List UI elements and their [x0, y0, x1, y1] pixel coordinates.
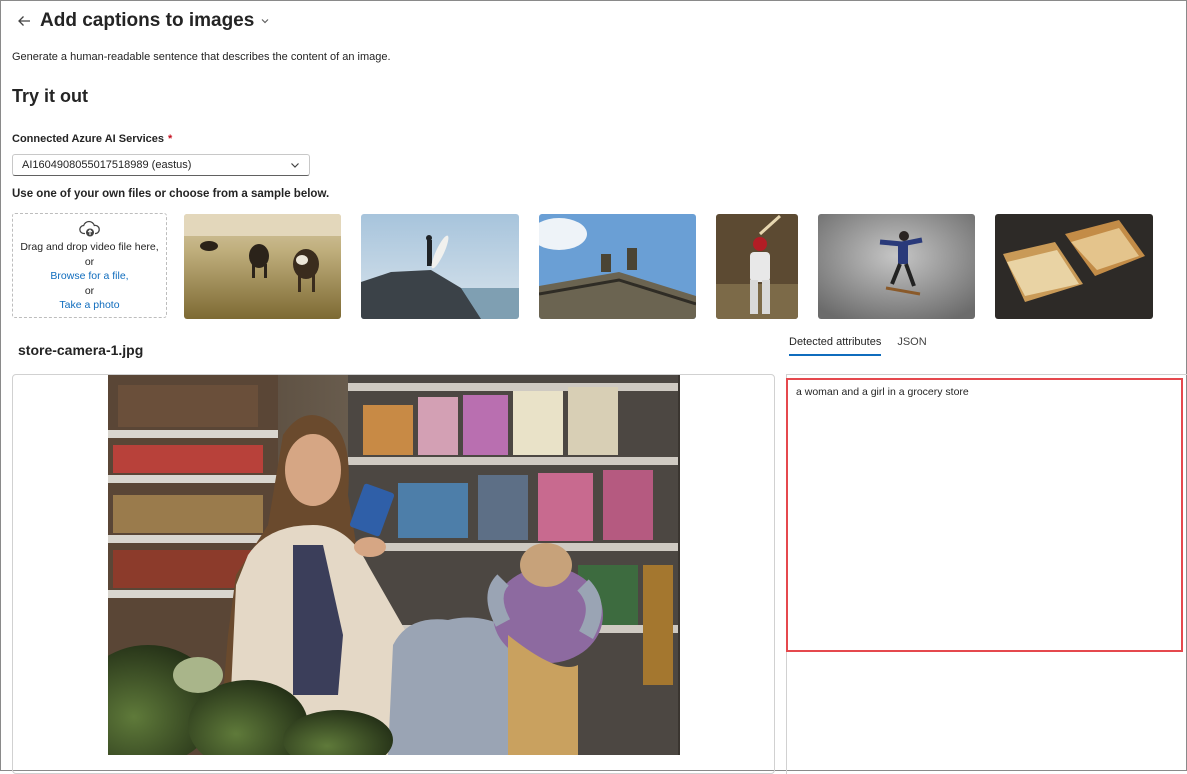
header: Add captions to images	[16, 10, 270, 32]
page-title: Add captions to images	[40, 10, 255, 31]
image-preview-panel	[12, 374, 775, 774]
chevron-down-icon[interactable]	[260, 16, 270, 26]
dropzone-or: or	[84, 255, 95, 268]
section-title: Try it out	[12, 86, 88, 106]
tab-detected-attributes[interactable]: Detected attributes	[789, 336, 882, 356]
service-label: Connected Azure AI Services *	[12, 133, 173, 145]
cloud-upload-icon	[78, 220, 100, 237]
sample-image-building[interactable]	[539, 214, 696, 319]
take-photo-link[interactable]: Take a photo	[59, 298, 119, 313]
service-select-value: AI1604908055017518989 (eastus)	[22, 159, 192, 171]
sample-image-sandwich[interactable]	[995, 214, 1153, 319]
back-arrow-icon[interactable]	[16, 13, 32, 29]
sample-image-cows[interactable]	[184, 214, 341, 319]
service-select[interactable]: AI1604908055017518989 (eastus)	[12, 154, 310, 176]
dropzone-text: Drag and drop video file here,	[20, 241, 159, 253]
required-mark: *	[168, 133, 173, 145]
tab-json[interactable]: JSON	[897, 336, 926, 356]
chevron-down-icon	[291, 163, 299, 168]
page-description: Generate a human-readable sentence that …	[12, 51, 391, 63]
store-camera-image	[108, 375, 680, 755]
upload-dropzone[interactable]: Drag and drop video file here, or Browse…	[12, 213, 167, 318]
selected-file-name: store-camera-1.jpg	[18, 342, 144, 358]
caption-highlight-box	[786, 378, 1183, 652]
sample-image-skateboarder[interactable]	[818, 214, 975, 319]
dropzone-or: or	[84, 284, 95, 297]
caption-result: a woman and a girl in a grocery store	[796, 386, 969, 398]
result-tabs: Detected attributes JSON	[789, 336, 927, 356]
upload-hint: Use one of your own files or choose from…	[12, 188, 330, 200]
sample-image-surfer[interactable]	[361, 214, 519, 319]
sample-image-baseball[interactable]	[716, 214, 798, 319]
browse-file-link[interactable]: Browse for a file,	[50, 269, 128, 284]
